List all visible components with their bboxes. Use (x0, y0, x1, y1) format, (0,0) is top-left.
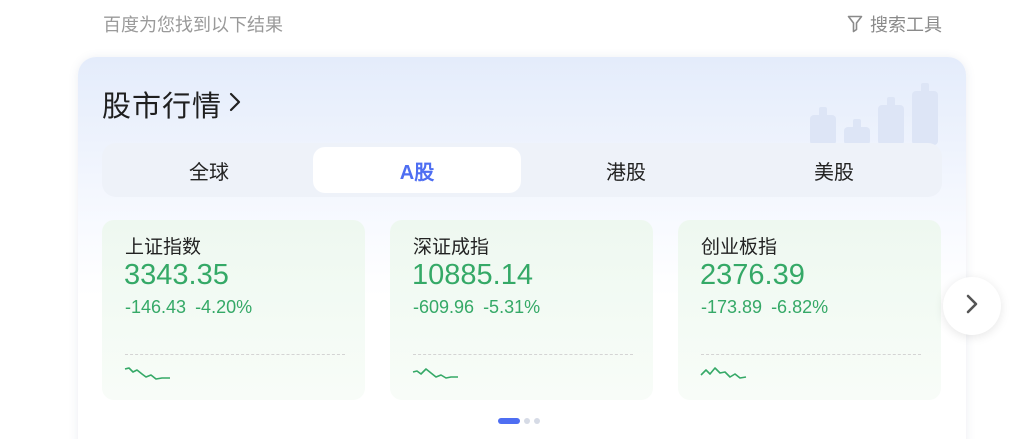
carousel-dot-active[interactable] (498, 418, 520, 424)
result-count-hint: 百度为您找到以下结果 (103, 15, 283, 35)
market-tabs: 全球 A股 港股 美股 (102, 143, 942, 197)
index-card-shenzhen[interactable]: 深证成指 10885.14 -609.96 -5.31% (390, 220, 653, 400)
index-change-percent: -5.31% (483, 297, 541, 317)
sparkline-baseline (125, 354, 345, 355)
bar-chart-decoration (810, 83, 938, 145)
index-change-percent: -4.20% (195, 297, 253, 317)
sparkline-baseline (701, 354, 921, 355)
results-header: 百度为您找到以下结果 搜索工具 (0, 0, 1023, 46)
tab-us-shares[interactable]: 美股 (730, 147, 938, 193)
index-price: 2376.39 (700, 259, 805, 291)
index-name: 上证指数 (125, 237, 202, 258)
tab-a-shares[interactable]: A股 (313, 147, 521, 193)
sparkline (412, 368, 458, 379)
index-name: 深证成指 (413, 237, 490, 258)
index-price: 10885.14 (412, 259, 533, 291)
chevron-right-icon (228, 91, 242, 118)
carousel-dot[interactable] (534, 418, 540, 424)
index-change-value: -173.89 (701, 297, 763, 317)
tab-global[interactable]: 全球 (105, 147, 313, 193)
sparkline-baseline (413, 354, 633, 355)
search-tools-button[interactable]: 搜索工具 (847, 11, 942, 37)
card-title: 股市行情 (102, 91, 223, 123)
index-change-value: -609.96 (413, 297, 475, 317)
index-change-percent: -6.82% (771, 297, 829, 317)
carousel-dot[interactable] (524, 418, 530, 424)
index-change: -173.89 -6.82% (701, 297, 828, 318)
index-name: 创业板指 (701, 237, 778, 258)
stock-market-card: 股市行情 全球 A股 港股 美股 上证指数 3343.35 -146.43 -4… (78, 57, 966, 439)
index-card-chinext[interactable]: 创业板指 2376.39 -173.89 -6.82% (678, 220, 941, 400)
index-change: -146.43 -4.20% (125, 297, 252, 318)
card-title-link[interactable]: 股市行情 (102, 83, 242, 125)
search-tools-label: 搜索工具 (870, 15, 942, 35)
index-price: 3343.35 (124, 259, 229, 291)
index-card-shanghai[interactable]: 上证指数 3343.35 -146.43 -4.20% (102, 220, 365, 400)
sparkline (124, 367, 170, 380)
tab-hk-shares[interactable]: 港股 (522, 147, 730, 193)
filter-icon (847, 15, 863, 33)
carousel-indicator (498, 418, 540, 424)
chevron-right-icon (965, 293, 979, 320)
sparkline (700, 367, 747, 379)
index-change: -609.96 -5.31% (413, 297, 540, 318)
carousel-next-button[interactable] (943, 277, 1001, 335)
index-change-value: -146.43 (125, 297, 187, 317)
